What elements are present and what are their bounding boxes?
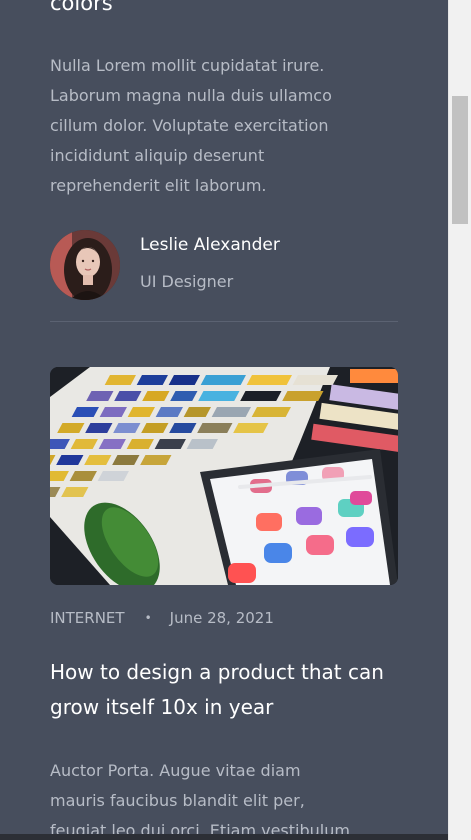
scrollbar-thumb[interactable] <box>452 96 468 224</box>
post-meta: INTERNET • June 28, 2021 <box>50 609 274 627</box>
post-excerpt: Nulla Lorem mollit cupidatat irure. Labo… <box>50 56 332 195</box>
meta-separator: • <box>144 611 152 625</box>
divider <box>50 321 398 322</box>
post-image[interactable] <box>50 367 398 585</box>
avatar-photo <box>50 230 120 300</box>
scrollbar[interactable] <box>448 0 471 840</box>
viewport-bottom-edge <box>0 834 448 840</box>
post-title[interactable]: How to design a product that can grow it… <box>50 655 398 725</box>
blog-page: colors Nulla Lorem mollit cupidatat irur… <box>0 0 448 840</box>
post-excerpt: Auctor Porta. Augue vitae diam mauris fa… <box>50 761 356 840</box>
avatar <box>50 230 120 300</box>
author-name[interactable]: Leslie Alexander <box>140 235 280 255</box>
author-role: UI Designer <box>140 272 234 291</box>
color-swatch-photo <box>50 367 398 585</box>
post-title[interactable]: colors <box>50 0 113 18</box>
author-block: Leslie Alexander UI Designer <box>50 230 398 302</box>
post-category[interactable]: INTERNET <box>50 609 125 627</box>
post-date: June 28, 2021 <box>169 609 274 627</box>
